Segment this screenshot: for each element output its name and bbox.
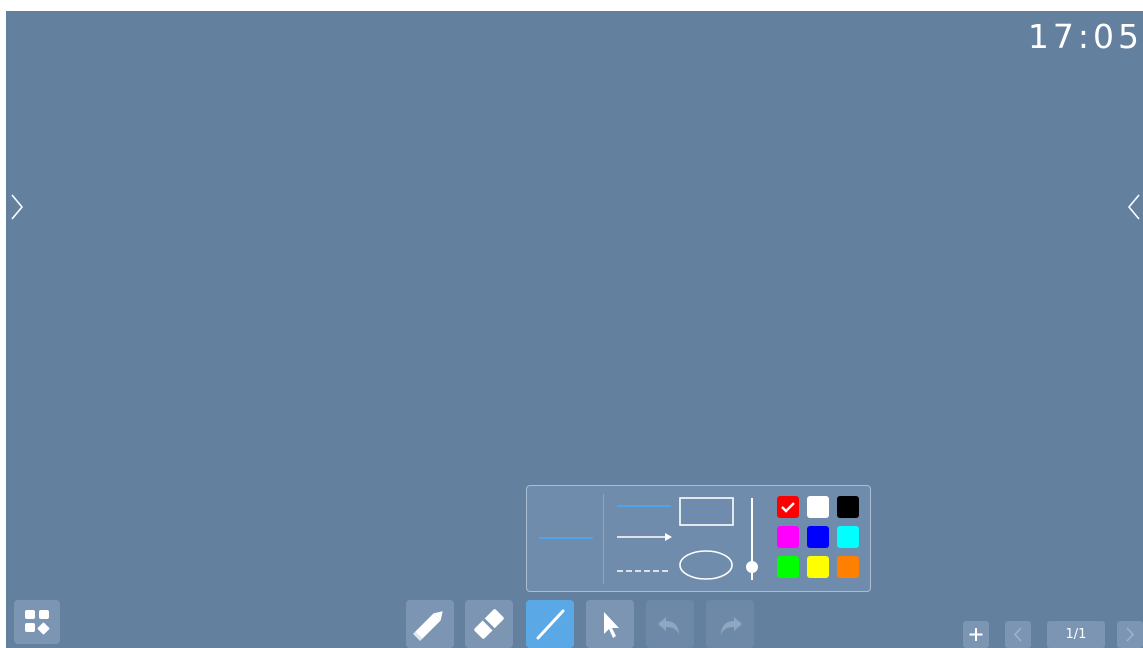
thickness-slider[interactable]	[744, 494, 760, 584]
color-swatch-blue[interactable]	[807, 526, 829, 548]
eraser-icon	[474, 609, 504, 639]
color-swatch-white[interactable]	[807, 496, 829, 518]
chevron-left-icon	[1013, 627, 1022, 642]
clock-display: 17:05	[1027, 17, 1143, 56]
shape-style-panel	[526, 485, 871, 592]
right-drawer-toggle[interactable]	[1125, 191, 1143, 223]
pen-tool-button[interactable]	[406, 600, 454, 648]
apps-menu-button[interactable]	[14, 600, 60, 644]
line-tool-icon	[536, 609, 565, 640]
select-tool-button[interactable]	[586, 600, 634, 648]
left-drawer-toggle[interactable]	[8, 191, 26, 223]
line-preview-icon	[539, 537, 593, 539]
rectangle-icon	[679, 497, 734, 526]
apps-grid-icon	[25, 610, 50, 635]
color-swatch-black[interactable]	[837, 496, 859, 518]
redo-button[interactable]	[706, 600, 754, 648]
shape-dashed-line[interactable]	[615, 561, 673, 581]
eraser-tool-button[interactable]	[465, 600, 513, 648]
add-page-button[interactable]	[963, 621, 989, 648]
line-tool-button[interactable]	[526, 600, 574, 648]
slider-knob[interactable]	[746, 561, 758, 573]
dashed-line-icon	[617, 570, 671, 572]
chevron-right-icon	[11, 194, 24, 220]
prev-page-button[interactable]	[1005, 621, 1031, 648]
straight-line-icon	[617, 505, 671, 507]
color-swatch-red[interactable]	[777, 496, 799, 518]
shape-rectangle[interactable]	[679, 496, 735, 528]
shape-ellipse[interactable]	[677, 548, 735, 582]
chevron-right-icon	[1126, 627, 1135, 642]
cursor-arrow-icon	[604, 612, 619, 638]
ellipse-icon	[679, 550, 733, 580]
pencil-icon	[413, 611, 443, 641]
next-page-button[interactable]	[1117, 621, 1143, 648]
panel-divider	[603, 494, 604, 584]
slider-track-icon	[746, 498, 758, 580]
shape-line[interactable]	[615, 496, 673, 516]
chevron-left-icon	[1127, 194, 1140, 220]
plus-icon	[969, 628, 983, 641]
undo-icon	[658, 617, 679, 635]
color-swatch-yellow[interactable]	[807, 556, 829, 578]
arrow-line-icon	[617, 533, 672, 541]
color-swatch-orange[interactable]	[837, 556, 859, 578]
redo-icon	[721, 617, 742, 635]
color-swatch-magenta[interactable]	[777, 526, 799, 548]
color-swatch-green[interactable]	[777, 556, 799, 578]
checkmark-icon	[781, 502, 795, 513]
whiteboard-canvas[interactable]: 17:05 1/1	[6, 11, 1143, 648]
color-swatch-cyan[interactable]	[837, 526, 859, 548]
shape-arrow[interactable]	[615, 527, 673, 547]
undo-button[interactable]	[646, 600, 694, 648]
page-indicator: 1/1	[1047, 621, 1105, 648]
stroke-preview	[535, 516, 595, 560]
